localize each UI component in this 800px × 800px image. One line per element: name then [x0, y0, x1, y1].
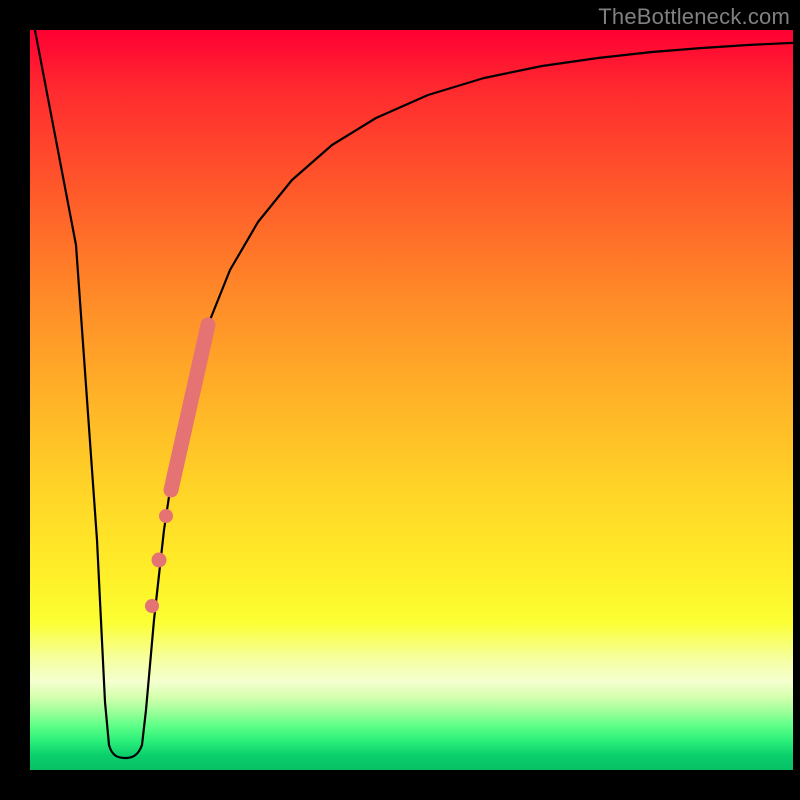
highlight-point	[159, 509, 173, 523]
chart-frame: TheBottleneck.com	[0, 0, 800, 800]
plot-area	[30, 30, 793, 770]
highlight-point	[145, 599, 159, 613]
watermark-text: TheBottleneck.com	[598, 4, 790, 30]
highlight-segment	[171, 325, 208, 490]
highlight-point	[152, 553, 167, 568]
curve-layer	[30, 30, 793, 770]
bottleneck-curve	[34, 30, 793, 758]
